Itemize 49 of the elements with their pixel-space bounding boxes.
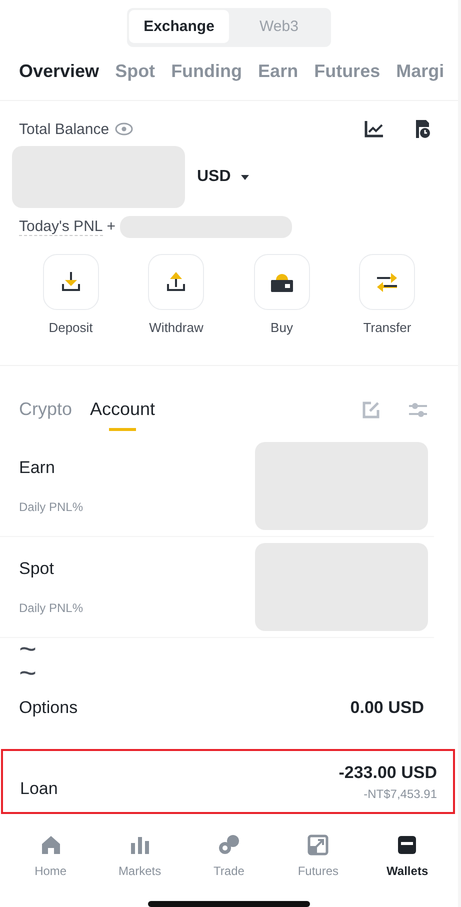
bar-chart-icon <box>128 834 151 856</box>
account-subtitle: Daily PNL% <box>19 500 84 514</box>
futures-icon <box>307 834 330 856</box>
nav-tab[interactable]: Trade <box>188 834 269 896</box>
wallet-tab[interactable]: Margi <box>396 59 444 84</box>
balance-label: Total Balance <box>19 120 110 138</box>
edit-icon[interactable] <box>362 400 380 419</box>
upload-icon <box>165 271 188 294</box>
download-icon <box>60 271 82 294</box>
wallet-tab[interactable]: Futures <box>314 59 380 84</box>
wallet-tab[interactable]: Earn <box>258 59 298 84</box>
coins-icon <box>218 834 240 856</box>
home-icon <box>40 834 62 856</box>
nav-tab[interactable]: Futures <box>278 834 358 896</box>
account-value: 0.00 USD <box>350 698 424 718</box>
account-name: Earn <box>19 458 56 478</box>
wallet-tab[interactable]: Funding <box>171 59 242 84</box>
account-tab[interactable]: Account <box>90 388 156 431</box>
action-button[interactable]: Deposit <box>30 254 111 366</box>
segment-tab[interactable]: Web3 <box>229 10 329 43</box>
account-name: Spot <box>19 558 55 579</box>
pnl-label: Today's PNL <box>19 218 103 236</box>
currency-dropdown[interactable]: USD <box>197 168 249 186</box>
account-name: Loan <box>20 778 58 799</box>
approx-mark: ~ <box>19 638 38 662</box>
account-subtitle: Daily PNL% <box>19 600 84 615</box>
approx-mark: ~ <box>19 662 38 686</box>
segment-tab[interactable]: Exchange <box>129 10 229 43</box>
wallet-icon <box>270 271 294 294</box>
account-value: -233.00 USD <box>338 762 437 783</box>
caret-icon <box>240 174 249 180</box>
sliders-icon[interactable] <box>408 400 428 419</box>
wallet-tab[interactable]: Spot <box>115 59 156 84</box>
line-chart-icon[interactable] <box>364 120 384 138</box>
nav-tab[interactable]: Wallets <box>367 834 448 896</box>
wallet-icon <box>396 834 418 856</box>
action-button[interactable]: Buy <box>242 254 322 366</box>
pnl-sign: + <box>106 218 116 236</box>
nav-tab[interactable]: Home <box>10 834 91 896</box>
transfer-icon <box>375 271 400 294</box>
account-tab[interactable]: Crypto <box>19 388 72 431</box>
history-icon[interactable] <box>414 119 432 140</box>
eye-icon[interactable] <box>115 122 134 136</box>
action-button[interactable]: Transfer <box>347 254 428 366</box>
nav-tab[interactable]: Markets <box>100 834 180 896</box>
action-button[interactable]: Withdraw <box>136 254 216 366</box>
wallet-tab[interactable]: Overview <box>19 59 100 84</box>
account-name: Options <box>19 698 78 718</box>
converted-value: -NT$7,453.91 <box>364 786 437 801</box>
